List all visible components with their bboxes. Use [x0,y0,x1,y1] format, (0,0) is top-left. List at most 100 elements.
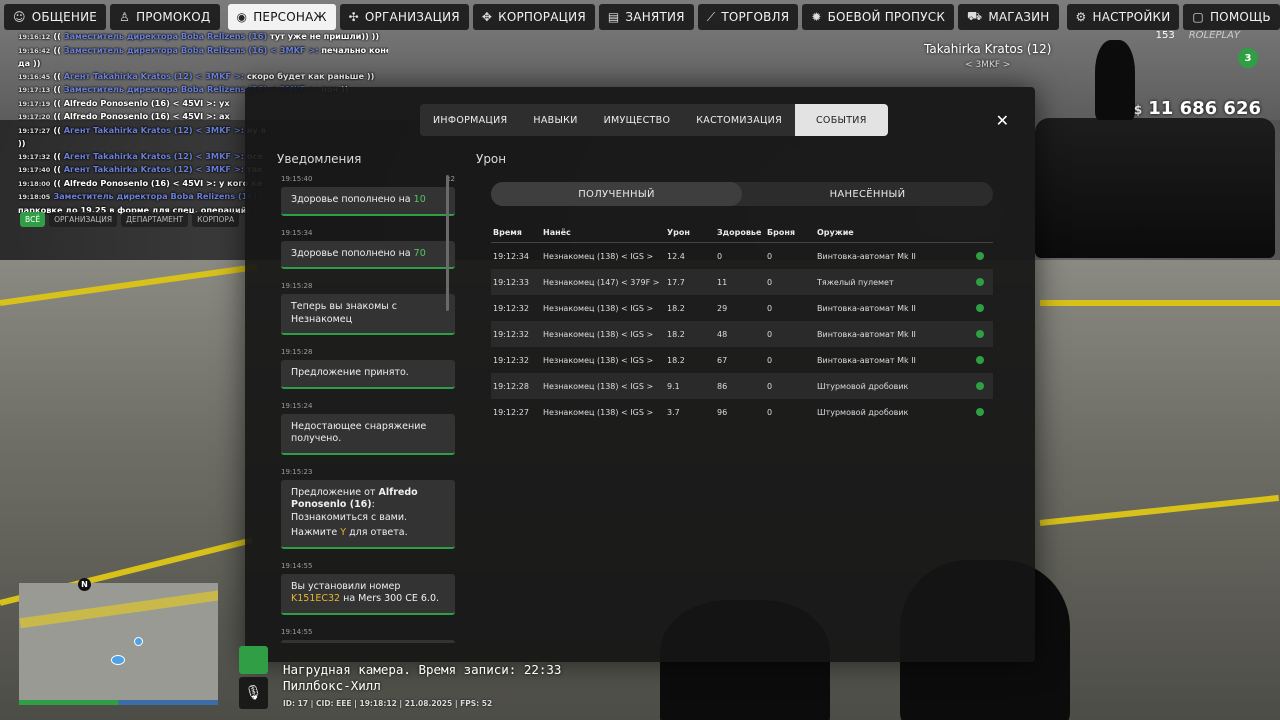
status-dot-icon [976,408,984,416]
nav-label: КОРПОРАЦИЯ [498,10,586,24]
notification-message: Вы установили номер K151EC32 на Mers 300… [281,573,455,615]
column-header: Оружие [817,228,854,237]
chat-timestamp: 19:17:20 [18,113,51,121]
status-dot-icon [976,252,984,260]
nav-help[interactable]: ▢ ПОМОЩЬ [1183,4,1280,30]
notification-text: Предложение принято. [291,367,409,378]
tab-information[interactable]: ИНФОРМАЦИЯ [420,104,520,136]
tab-customization[interactable]: КАСТОМИЗАЦИЯ [683,104,795,136]
cell-attacker: Незнакомец (138) < IGS > [543,381,654,391]
cell-time: 19:12:32 [493,303,529,313]
status-dot-icon [976,382,984,390]
nav-corporation[interactable]: ✥ КОРПОРАЦИЯ [472,4,595,30]
cell-status [967,252,993,260]
notification-time: 19:15:28 [281,282,313,290]
notification-message: Предложение от Alfredo Ponosenlo (16): П… [281,479,455,549]
cell-attacker: Незнакомец (138) < IGS > [543,355,654,365]
notification-text: 10 [413,194,426,205]
nav-battlepass[interactable]: ✹ БОЕВОЙ ПРОПУСК [802,4,955,30]
chat-timestamp: 19:17:40 [18,166,51,174]
cell-health: 0 [717,251,723,261]
bodycam-recording-time: Нагрудная камера. Время записи: 22:33 [283,662,562,677]
org-icon: ✣ [348,10,359,24]
cell-weapon: Винтовка-автомат Mk II [817,303,916,313]
notification-text: Предложение от [291,486,379,498]
tab-property[interactable]: ИМУЩЕСТВО [591,104,684,136]
panel-tabs: ИНФОРМАЦИЯ НАВЫКИ ИМУЩЕСТВО КАСТОМИЗАЦИЯ… [420,104,888,136]
nav-settings[interactable]: ⚙ НАСТРОЙКИ [1066,4,1180,30]
chat-text: Alfredo Ponosenlo (16) < 45VI >: у кого … [63,177,263,188]
top-navigation: ☺ ОБЩЕНИЕ ♙ ПРОМОКОД ◉ ПЕРСОНАЖ ✣ ОРГАНИ… [4,4,1280,30]
cart-icon: ⛟ [967,9,983,23]
battlepass-icon: ✹ [811,10,822,24]
table-row: 19:12:32 Незнакомец (138) < IGS > 18.2 48 0 В… [491,321,993,347]
player-nametag: Takahirka Kratos (12) < 3MKF > [924,42,1051,70]
cell-time: 19:12:34 [493,251,529,261]
cell-attacker: Незнакомец (138) < IGS > [543,303,654,313]
chat-text: )) [18,138,26,148]
status-dot-icon [976,278,984,286]
nav-jobs[interactable]: ▤ ЗАНЯТИЯ [598,4,694,30]
chat-icon: ☺ [13,10,26,24]
cell-damage: 12.4 [667,251,685,261]
cell-armor: 0 [767,407,773,417]
cell-armor: 0 [767,381,773,391]
damage-subtabs: ПОЛУЧЕННЫЙ НАНЕСЁННЫЙ [491,182,993,206]
subtab-dealt[interactable]: НАНЕСЁННЫЙ [742,182,993,206]
chat-timestamp: 19:18:05 [18,193,51,201]
cell-status [967,356,993,364]
notification-item: 19:15:28 Теперь вы знакомы с Незнакомец [281,282,455,335]
chat-line: 19:16:12(( Заместитель директора Boba Re… [18,30,388,44]
cell-damage: 18.2 [667,329,685,339]
chat-filter-department[interactable]: ДЕПАРТАМЕНТ [121,212,189,227]
notifications-list[interactable]: 19:15:40 x2 Здоровье пополнено на 10 19:15:… [281,175,455,643]
npc-figure [1095,40,1135,120]
nav-shop[interactable]: ⛟ МАГАЗИН [958,4,1059,30]
cell-armor: 0 [767,355,773,365]
chat-text: печально конечно [321,44,388,55]
chat-line: 19:16:45(( Агент Takahirka Kratos (12) <… [18,70,388,84]
cell-armor: 0 [767,329,773,339]
cell-weapon: Штурмовой дробовик [817,407,909,417]
damage-title: Урон [476,152,507,166]
notification-time: 19:15:24 [281,401,313,410]
player-name: Takahirka Kratos (12) [924,42,1052,56]
microphone-icon[interactable]: 🎙 [239,677,268,709]
nav-character[interactable]: ◉ ПЕРСОНАЖ [227,4,336,30]
nav-label: ЗАНЯТИЯ [625,10,685,24]
chat-filter-all[interactable]: ВСЁ [20,212,46,227]
character-panel: ИНФОРМАЦИЯ НАВЫКИ ИМУЩЕСТВО КАСТОМИЗАЦИЯ… [245,87,1035,662]
close-icon[interactable]: ✕ [996,111,1009,130]
chat-sender: Агент Takahirka Kratos (12) < 3MKF >: [63,70,247,81]
subtab-received[interactable]: ПОЛУЧЕННЫЙ [491,182,742,206]
status-dot-icon [976,304,984,312]
nav-promo[interactable]: ♙ ПРОМОКОД [110,4,220,30]
cell-time: 19:12:33 [493,277,529,287]
cell-attacker: Незнакомец (138) < IGS > [543,329,654,339]
notification-text: на Mers 300 CE 6.0. [340,593,440,604]
notification-message: Теперь вы знакомы с Незнакомец [281,294,455,335]
chat-filters: ВСЁ ОРГАНИЗАЦИЯ ДЕПАРТАМЕНТ КОРПОРА [20,212,240,227]
chat-prefix: (( [53,164,64,174]
chat-prefix: (( [53,44,64,55]
nav-trade[interactable]: ⟋ ТОРГОВЛЯ [697,4,799,30]
tab-events[interactable]: СОБЫТИЯ [794,104,888,136]
cell-status [967,278,993,286]
player-arrow-icon [111,655,125,665]
cell-status [967,304,993,312]
chat-filter-corporation[interactable]: КОРПОРА [192,212,240,227]
cell-time: 19:12:27 [493,407,529,417]
jobs-icon: ▤ [607,10,620,24]
chat-sender: Агент Takahirka Kratos (12) < 3MKF >: [63,124,247,135]
notification-item: 19:15:34 Здоровье пополнено на 70 [281,229,455,269]
notification-message: Вы сняли номер K151EC32 с Mers 300 CE 6.… [281,639,455,643]
column-header: Нанёс [543,228,571,237]
chat-filter-organization[interactable]: ОРГАНИЗАЦИЯ [49,212,118,227]
session-info: ID: 17 | CID: EEE | 19:18:12 | 21.08.202… [283,699,493,708]
nav-organization[interactable]: ✣ ОРГАНИЗАЦИЯ [339,4,469,30]
notifications-scrollbar[interactable] [446,175,449,311]
nav-chat[interactable]: ☺ ОБЩЕНИЕ [4,4,107,30]
table-row: 19:12:28 Незнакомец (138) < IGS > 9.1 86 0 Шт… [491,373,993,399]
tab-skills[interactable]: НАВЫКИ [520,104,590,136]
bodycam-overlay: Нагрудная камера. Время записи: 22:33 Пи… [283,662,561,694]
